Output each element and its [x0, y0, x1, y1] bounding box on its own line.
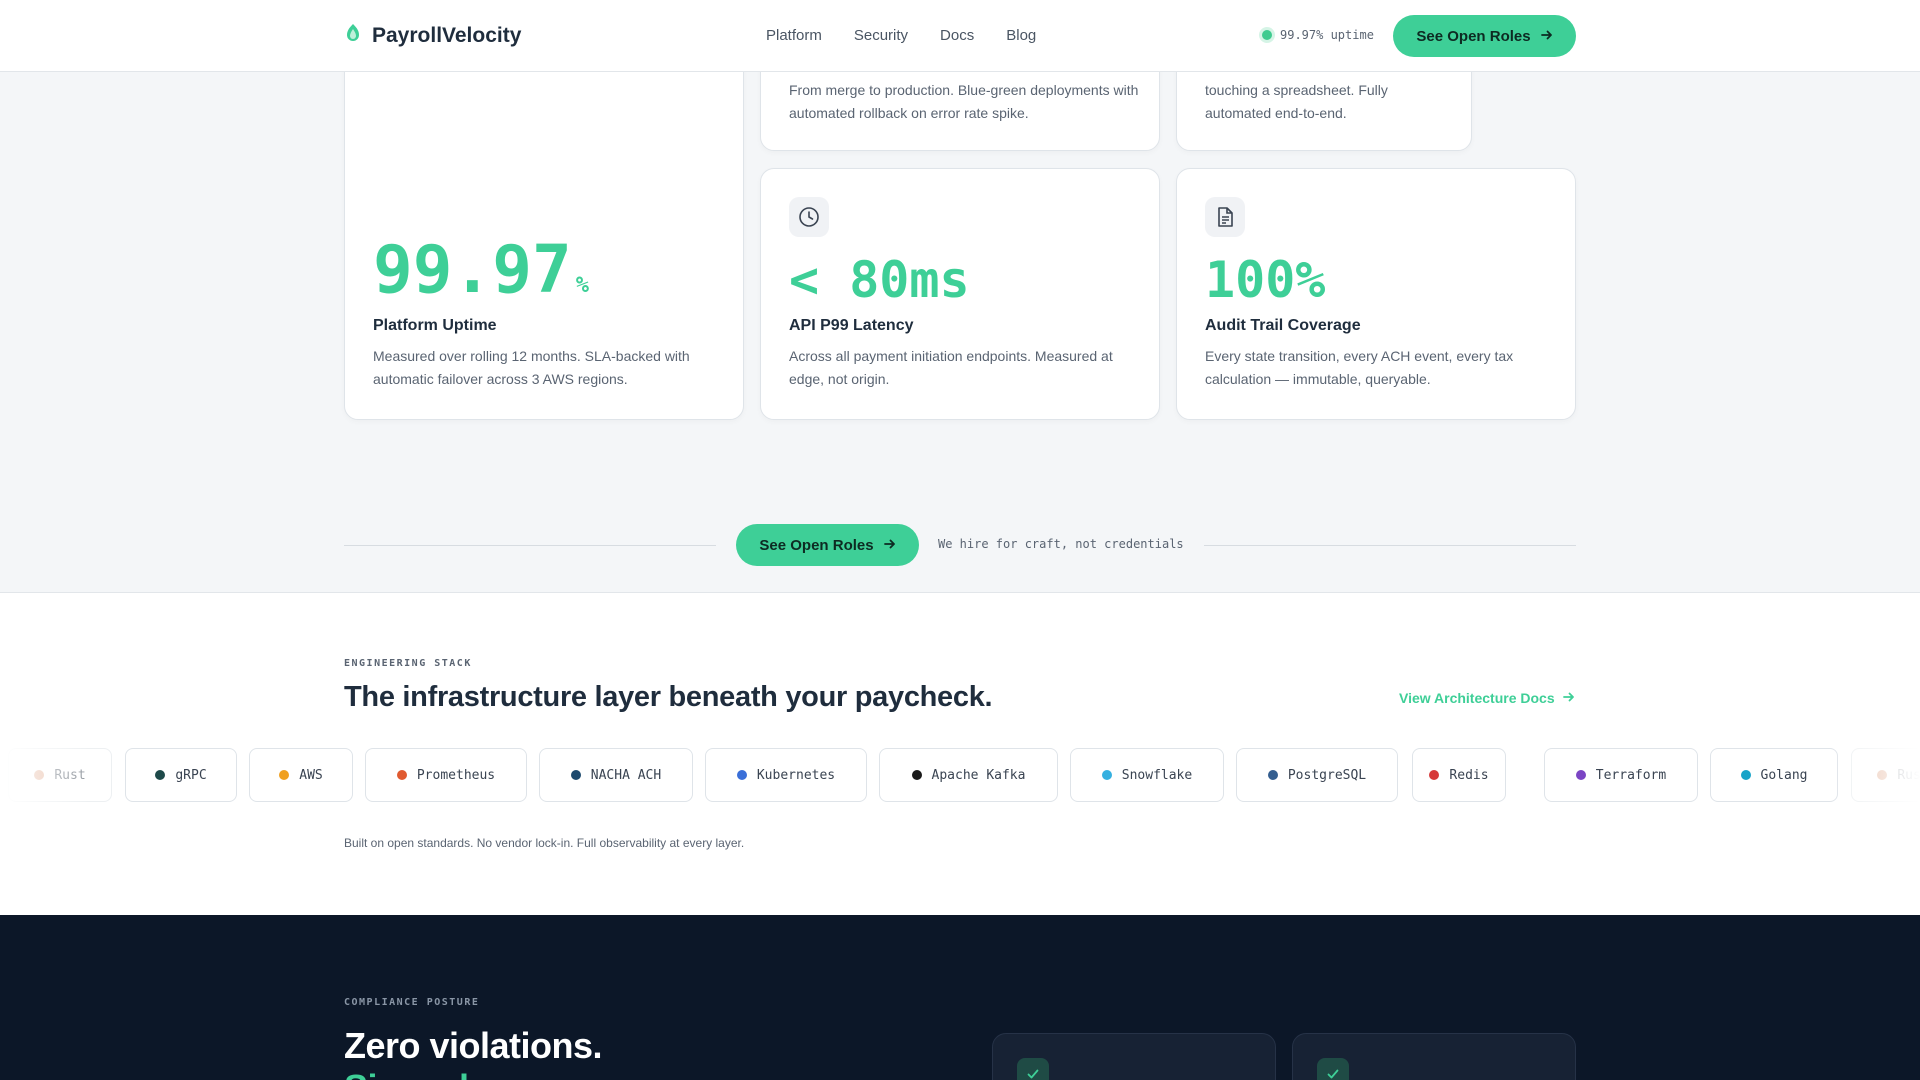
stack-footnote: Built on open standards. No vendor lock-…	[344, 836, 745, 850]
tech-chip: NACHA ACH	[539, 748, 693, 802]
tech-dot-icon	[155, 770, 166, 780]
clock-icon	[789, 197, 829, 237]
divider	[1204, 545, 1576, 546]
tech-dot-icon	[34, 770, 45, 780]
tech-dot-icon	[1877, 770, 1888, 780]
engineering-stack-section: ENGINEERING STACK The infrastructure lay…	[0, 592, 1920, 915]
tech-dot-icon	[1101, 770, 1112, 780]
metric-value: 100%	[1205, 251, 1326, 309]
tech-dot-icon	[396, 770, 407, 780]
automation-description: touching a spreadsheet. Fully automated …	[1205, 82, 1388, 121]
metric-description: Across all payment initiation endpoints.…	[789, 348, 1113, 387]
nav-link-security[interactable]: Security	[854, 27, 908, 44]
tech-chip: Prometheus	[365, 748, 527, 802]
nav-link-blog[interactable]: Blog	[1006, 27, 1036, 44]
see-open-roles-button[interactable]: See Open Roles	[736, 524, 919, 566]
tech-chip-label: Golang	[1760, 767, 1808, 783]
link-label: View Architecture Docs	[1399, 690, 1555, 706]
tech-chip: gRPC	[125, 748, 237, 802]
tech-chip: Golang	[1710, 748, 1838, 802]
section-title: Zero violations.	[344, 1025, 603, 1066]
uptime-metric: 99.97 %	[373, 231, 589, 308]
metric-card-uptime: 99.97 % Platform Uptime Measured over ro…	[344, 40, 744, 420]
tech-chip-label: Terraform	[1595, 767, 1667, 783]
tech-chip: Snowflake	[1070, 748, 1224, 802]
tech-chip-label: NACHA ACH	[590, 767, 662, 783]
arrow-right-icon	[1540, 28, 1553, 45]
tech-chip-label: AWS	[299, 767, 323, 783]
brand[interactable]: PayrollVelocity	[344, 22, 521, 49]
nav-links: Platform Security Docs Blog	[766, 27, 1036, 44]
compliance-section: COMPLIANCE POSTURE Zero violations. Sinc…	[0, 915, 1920, 1080]
nav-link-docs[interactable]: Docs	[940, 27, 974, 44]
metric-description: Every state transition, every ACH event,…	[1205, 348, 1514, 387]
section-title: The infrastructure layer beneath your pa…	[344, 681, 993, 713]
tech-dot-icon	[1575, 770, 1586, 780]
tech-chip-label: Rust	[1897, 767, 1920, 783]
check-icon	[1017, 1058, 1049, 1080]
nav-see-open-roles-button[interactable]: See Open Roles	[1393, 15, 1576, 57]
tech-chip-label: Rust	[54, 767, 86, 783]
tech-chip: Kubernetes	[705, 748, 867, 802]
nav-cta-label: See Open Roles	[1416, 27, 1531, 45]
metric-unit: %	[575, 273, 589, 298]
check-icon	[1317, 1058, 1349, 1080]
metric-value: < 80ms	[789, 251, 970, 309]
tech-dot-icon	[1429, 770, 1440, 780]
tech-chip-label: gRPC	[175, 767, 207, 783]
tech-chip-label: Apache Kafka	[931, 767, 1026, 783]
nav-link-platform[interactable]: Platform	[766, 27, 822, 44]
tech-dot-icon	[1740, 770, 1751, 780]
logo-icon	[344, 22, 362, 49]
compliance-card	[992, 1033, 1276, 1080]
brand-name: PayrollVelocity	[372, 23, 522, 47]
tech-chip-label: PostgreSQL	[1287, 767, 1367, 783]
tech-dot-icon	[570, 770, 581, 780]
tech-chip-label: Prometheus	[416, 767, 496, 783]
divider	[344, 545, 716, 546]
status-dot-icon	[1262, 30, 1272, 40]
tech-chip: Rust	[1851, 748, 1920, 802]
tech-dot-icon	[1267, 770, 1278, 780]
arrow-right-icon	[1562, 690, 1575, 706]
metric-title: Audit Trail Coverage	[1205, 317, 1361, 334]
tech-stack-marquee: Rust gRPC AWS Prometheus NACHA ACH Kuber…	[0, 748, 1920, 802]
metric-title: API P99 Latency	[789, 317, 914, 334]
section-eyebrow: ENGINEERING STACK	[344, 658, 472, 669]
uptime-status: 99.97% uptime	[1262, 28, 1374, 42]
cta-label: See Open Roles	[759, 536, 874, 554]
tech-chip-label: Kubernetes	[756, 767, 836, 783]
metric-card-latency: < 80ms API P99 Latency Across all paymen…	[760, 168, 1160, 420]
tech-chip: PostgreSQL	[1236, 748, 1398, 802]
document-icon	[1205, 197, 1245, 237]
tech-chip: Rust	[8, 748, 112, 802]
metric-title: Platform Uptime	[373, 317, 497, 334]
compliance-card	[1292, 1033, 1576, 1080]
metric-description: Measured over rolling 12 months. SLA-bac…	[373, 348, 690, 387]
metric-card-audit: 100% Audit Trail Coverage Every state tr…	[1176, 168, 1576, 420]
tech-chip: Redis	[1412, 748, 1506, 802]
tech-chip: Apache Kafka	[879, 748, 1058, 802]
tech-chip-label: Snowflake	[1121, 767, 1193, 783]
top-navbar: PayrollVelocity Platform Security Docs B…	[0, 0, 1920, 72]
view-architecture-docs-link[interactable]: View Architecture Docs	[1399, 690, 1575, 706]
uptime-label: 99.97% uptime	[1280, 28, 1374, 42]
metric-value: 99.97	[373, 231, 572, 308]
arrow-right-icon	[883, 537, 896, 554]
tech-chip-label: Redis	[1449, 767, 1489, 783]
tech-dot-icon	[279, 770, 290, 780]
section-subtitle: Since day one.	[344, 1067, 590, 1080]
hiring-note: We hire for craft, not credentials	[938, 537, 1184, 551]
tech-chip: AWS	[249, 748, 353, 802]
tech-dot-icon	[911, 770, 922, 780]
deploy-description: From merge to production. Blue-green dep…	[789, 82, 1139, 121]
section-eyebrow: COMPLIANCE POSTURE	[344, 997, 480, 1008]
tech-chip: Terraform	[1544, 748, 1698, 802]
tech-dot-icon	[736, 770, 747, 780]
